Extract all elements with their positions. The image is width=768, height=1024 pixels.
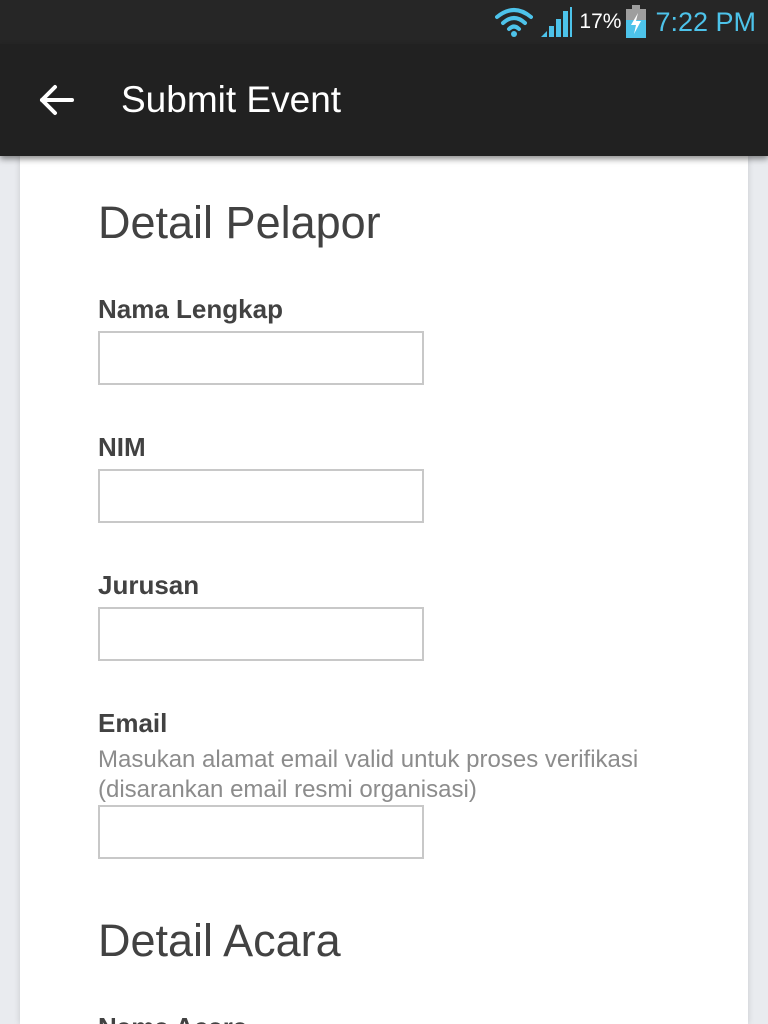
- arrow-left-icon: [40, 85, 74, 115]
- back-button[interactable]: [28, 74, 84, 126]
- major-label: Jurusan: [98, 570, 200, 600]
- status-bar: 17% 7:22 PM: [0, 0, 768, 44]
- nim-input[interactable]: [98, 469, 424, 523]
- email-input[interactable]: [98, 805, 424, 859]
- form-card: Detail Pelapor Nama Lengkap NIM Jurusan …: [20, 156, 748, 1024]
- section-title-reporter: Detail Pelapor: [98, 197, 381, 248]
- full-name-label: Nama Lengkap: [98, 294, 283, 324]
- email-label: Email: [98, 708, 168, 738]
- major-input[interactable]: [98, 607, 424, 661]
- status-icons: 17% 7:22 PM: [495, 0, 756, 44]
- status-time: 7:22 PM: [655, 6, 756, 37]
- page-title: Submit Event: [121, 79, 342, 120]
- app-bar: Submit Event: [0, 44, 768, 156]
- nim-label: NIM: [98, 432, 146, 462]
- wifi-icon: [495, 8, 534, 37]
- battery-percent: 17%: [579, 10, 622, 33]
- event-name-label: Nama Acara: [98, 1012, 247, 1024]
- email-hint: Masukan alamat email valid untuk proses …: [98, 746, 639, 803]
- battery-charging-icon: [626, 5, 647, 38]
- full-name-input[interactable]: [98, 331, 424, 385]
- section-title-event: Detail Acara: [98, 915, 341, 966]
- signal-icon: [541, 7, 573, 37]
